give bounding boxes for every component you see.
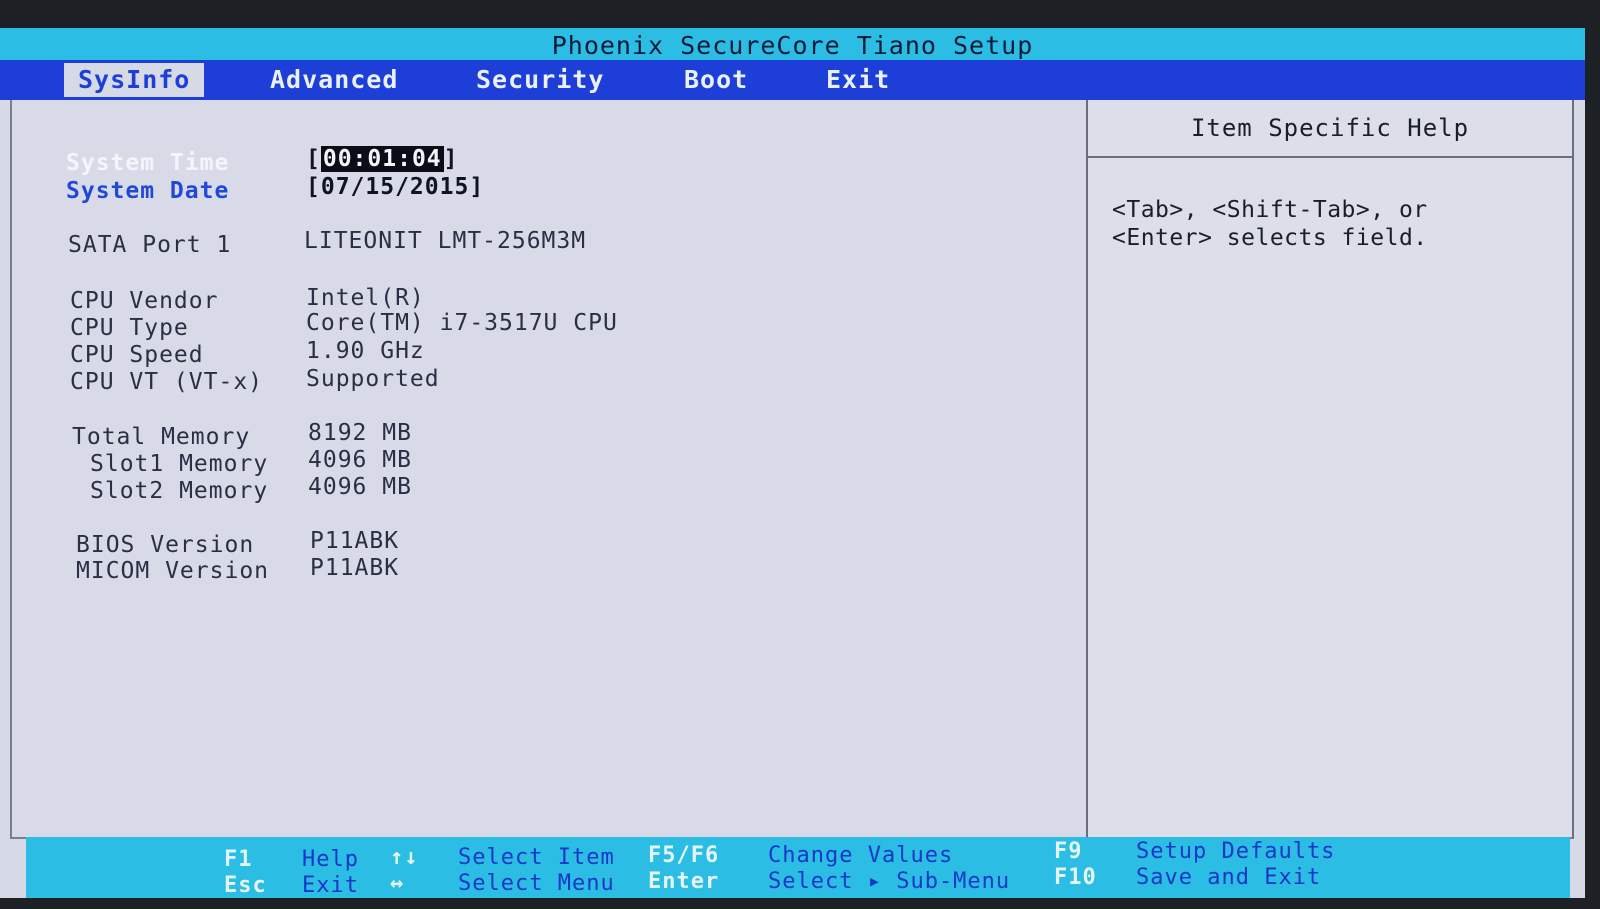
system-time-label[interactable]: System Time	[66, 150, 229, 176]
bios-version-value: P11ABK	[310, 528, 400, 554]
help-line-1: <Tab>, <Shift-Tab>, or	[1112, 197, 1428, 223]
f1-key: F1	[224, 847, 253, 872]
left-right-arrows-icon: ↔	[390, 871, 405, 896]
change-values-label: Change Values	[768, 843, 954, 868]
title-bar: Phoenix SecureCore Tiano Setup	[0, 28, 1585, 60]
cpu-speed-label: CPU Speed	[70, 342, 204, 368]
menu-tab-boot[interactable]: Boot	[670, 63, 762, 97]
help-line-2: <Enter> selects field.	[1112, 225, 1428, 251]
esc-key: Esc	[224, 873, 267, 898]
cpu-type-value: Core(TM) i7-3517U CPU	[306, 310, 618, 336]
slot2-memory-value: 4096 MB	[308, 474, 412, 500]
f5-f6-key: F5/F6	[648, 843, 720, 868]
item-help-panel: Item Specific Help <Tab>, <Shift-Tab>, o…	[1086, 100, 1574, 839]
select-item-label: Select Item	[458, 845, 615, 870]
select-menu-label: Select Menu	[458, 871, 615, 896]
slot1-memory-value: 4096 MB	[308, 447, 412, 473]
menu-tab-advanced[interactable]: Advanced	[256, 63, 412, 97]
system-time-field[interactable]: [00:01:04]	[306, 146, 459, 172]
micom-version-value: P11ABK	[310, 555, 400, 581]
bios-version-label: BIOS Version	[76, 532, 255, 558]
help-text: <Tab>, <Shift-Tab>, or <Enter> selects f…	[1112, 196, 1552, 252]
cpu-type-label: CPU Type	[70, 315, 189, 341]
bios-screen: Phoenix SecureCore Tiano Setup SysInfo A…	[0, 28, 1585, 898]
f1-help-label: Help	[302, 847, 359, 872]
help-header: Item Specific Help	[1088, 100, 1572, 158]
total-memory-value: 8192 MB	[308, 420, 412, 446]
cpu-vendor-value: Intel(R)	[306, 285, 425, 311]
f10-key: F10	[1054, 865, 1097, 890]
bios-title: Phoenix SecureCore Tiano Setup	[551, 31, 1034, 60]
menu-bar: SysInfo Advanced Security Boot Exit	[0, 60, 1585, 100]
menu-tab-sysinfo[interactable]: SysInfo	[64, 63, 205, 97]
setup-defaults-label: Setup Defaults	[1136, 839, 1336, 864]
sata-port-label: SATA Port 1	[68, 232, 232, 258]
key-legend-bar: F1 Help Esc Exit ↑↓ Select Item ↔ Select…	[26, 837, 1570, 898]
slot1-memory-label: Slot1 Memory	[90, 451, 269, 477]
total-memory-label: Total Memory	[72, 424, 251, 450]
cpu-vt-value: Supported	[306, 366, 440, 392]
cpu-vt-label: CPU VT (VT-x)	[70, 369, 264, 395]
cpu-speed-value: 1.90 GHz	[306, 338, 425, 364]
f9-key: F9	[1054, 839, 1083, 864]
select-submenu-label: Select ▸ Sub-Menu	[768, 869, 1011, 894]
system-date-field[interactable]: [07/15/2015]	[306, 174, 484, 200]
save-and-exit-label: Save and Exit	[1136, 865, 1322, 890]
menu-tab-security[interactable]: Security	[462, 63, 618, 97]
enter-key: Enter	[648, 869, 720, 894]
sysinfo-panel: System Time [00:01:04] System Date [07/1…	[10, 100, 1088, 839]
cpu-vendor-label: CPU Vendor	[70, 288, 219, 314]
system-date-label[interactable]: System Date	[66, 178, 229, 204]
slot2-memory-label: Slot2 Memory	[90, 478, 269, 504]
sata-port-value: LITEONIT LMT-256M3M	[304, 228, 587, 254]
menu-tab-exit[interactable]: Exit	[812, 63, 904, 97]
micom-version-label: MICOM Version	[76, 558, 270, 584]
system-time-value[interactable]: 00:01:04	[320, 146, 444, 172]
up-down-arrows-icon: ↑↓	[390, 845, 419, 870]
esc-exit-label: Exit	[302, 873, 359, 898]
